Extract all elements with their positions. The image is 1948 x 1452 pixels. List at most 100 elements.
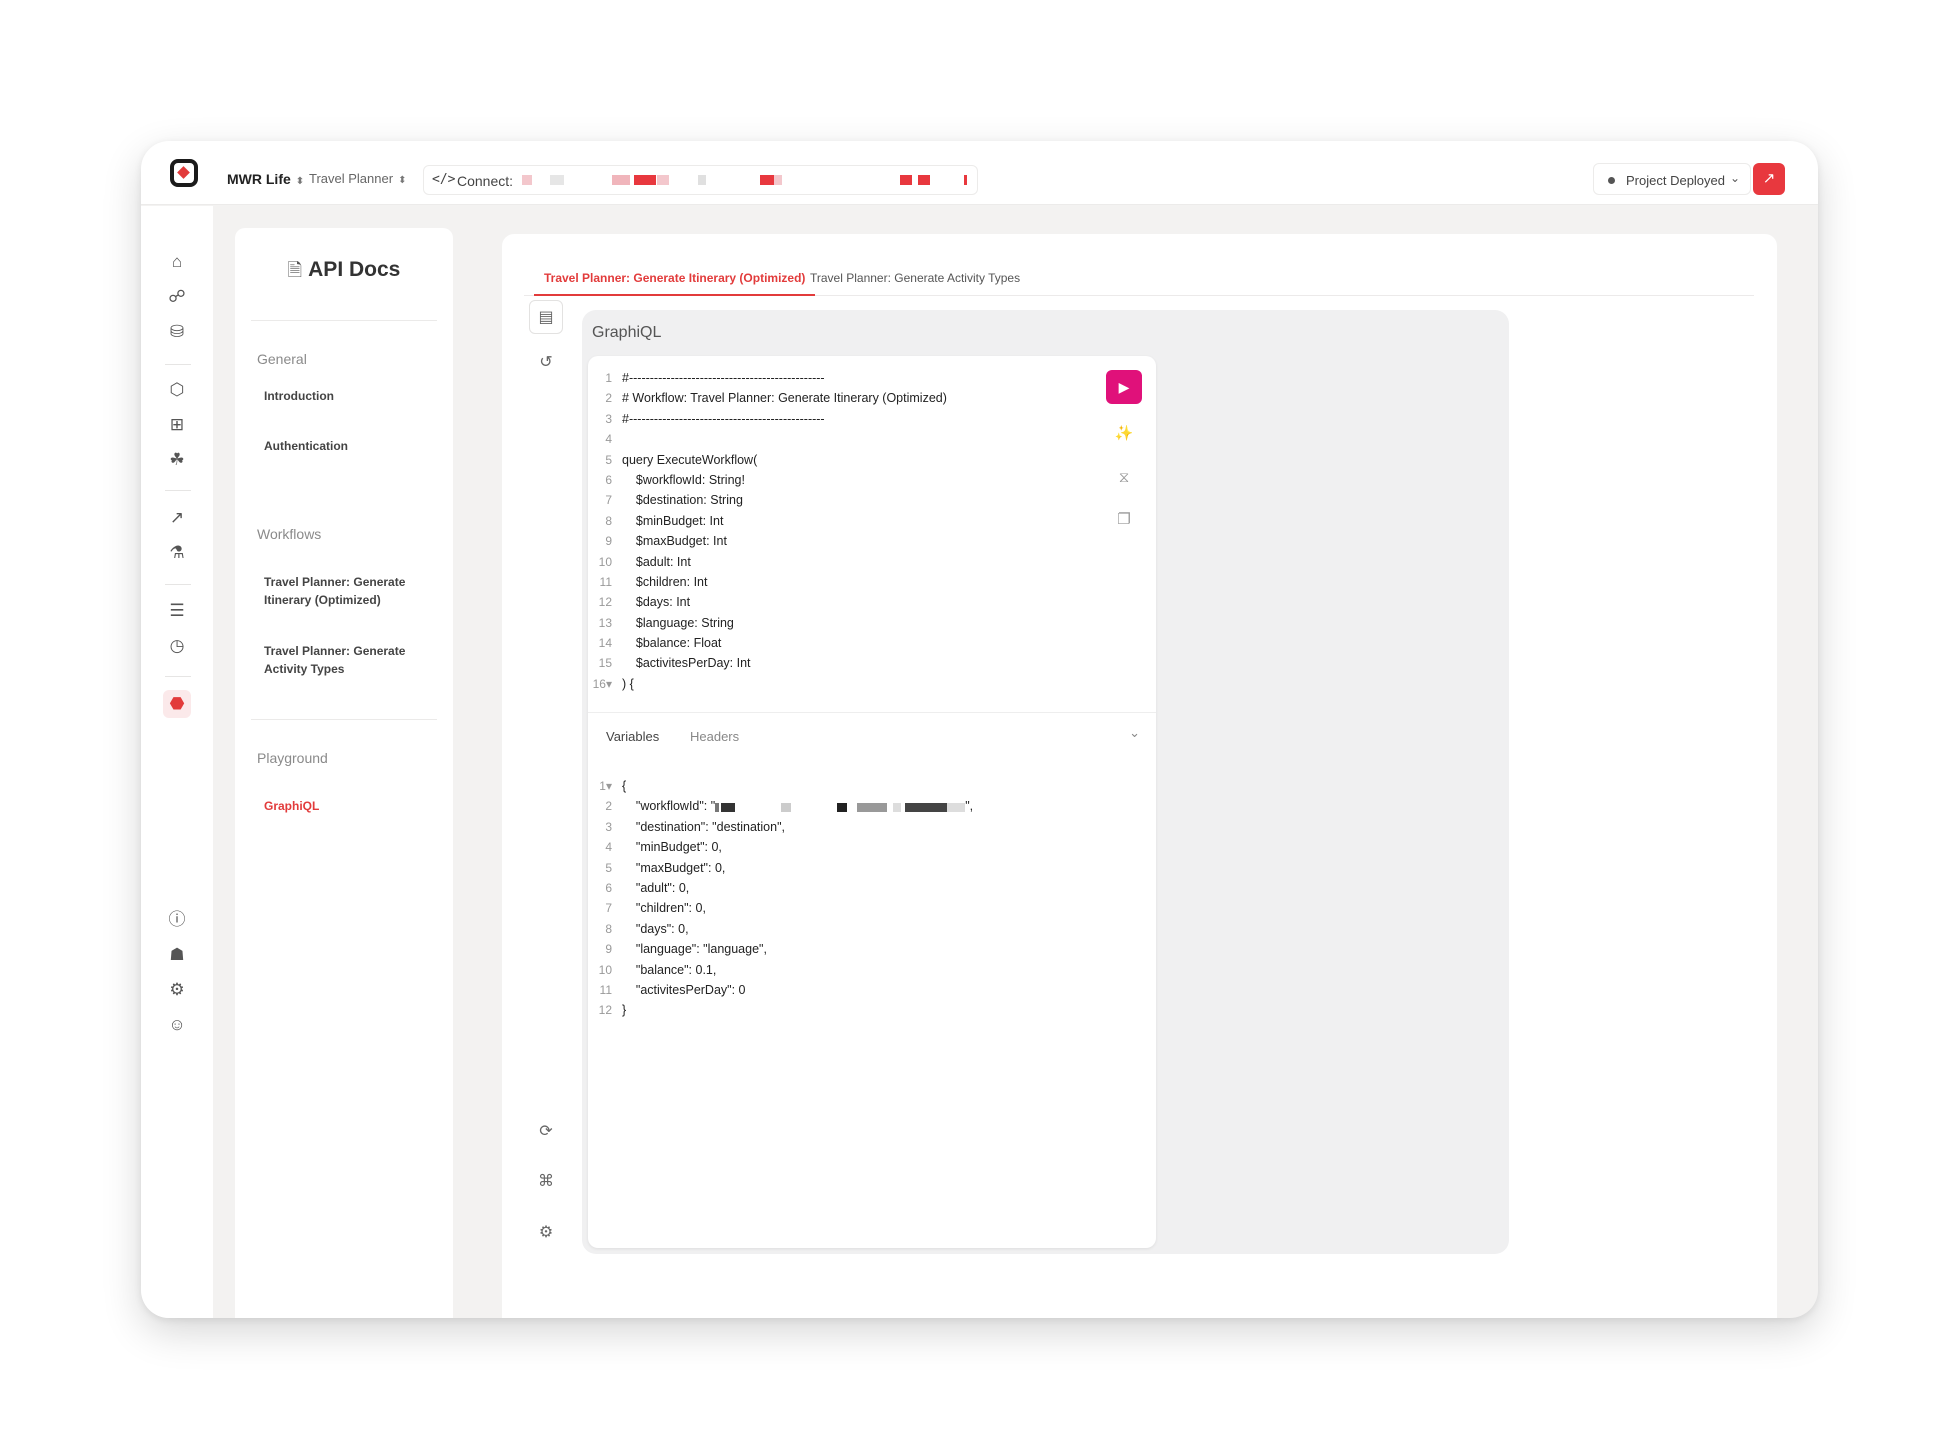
tab-variables[interactable]: Variables bbox=[606, 729, 659, 744]
clock-icon[interactable]: ◷ bbox=[163, 632, 191, 660]
code-line: 1▾{ bbox=[599, 779, 627, 793]
code-line: 10 $adult: Int bbox=[598, 554, 691, 569]
nodes-icon[interactable]: ☍ bbox=[163, 283, 191, 311]
tab-generate-activity-types[interactable]: Travel Planner: Generate Activity Types bbox=[810, 271, 1020, 296]
document-icon: 🗎 bbox=[287, 260, 303, 280]
rocket-icon: ↗ bbox=[1762, 170, 1776, 187]
docs-link-generate-activity-types[interactable]: Travel Planner: Generate Activity Types bbox=[264, 642, 434, 678]
workspace-switcher[interactable]: MWR Life ⬍ bbox=[227, 171, 304, 187]
deploy-button[interactable]: ↗ bbox=[1753, 163, 1785, 195]
docs-divider bbox=[251, 320, 437, 321]
settings-icon[interactable]: ⚙ bbox=[163, 976, 191, 1004]
code-line: 3 #--------------------------------------… bbox=[605, 411, 825, 426]
docs-divider bbox=[251, 719, 437, 720]
database-icon[interactable]: ⛁ bbox=[163, 318, 191, 346]
flask-icon[interactable]: ⚗ bbox=[163, 539, 191, 567]
redacted-block bbox=[715, 802, 720, 812]
code-line: 10 "balance": 0.1, bbox=[598, 962, 717, 977]
tab-generate-itinerary[interactable]: Travel Planner: Generate Itinerary (Opti… bbox=[534, 271, 816, 296]
redacted-block bbox=[698, 175, 706, 185]
redacted-block bbox=[657, 175, 669, 185]
docs-section-playground: Playground bbox=[257, 750, 328, 766]
connect-endpoint[interactable]: </> Connect: bbox=[423, 165, 978, 195]
docs-link-authentication[interactable]: Authentication bbox=[264, 437, 434, 455]
refresh-schema-icon[interactable]: ⟳ bbox=[529, 1115, 563, 1149]
prettify-icon[interactable]: ✨ bbox=[1110, 420, 1138, 448]
updown-chevron-icon: ⬍ bbox=[398, 175, 407, 186]
graphiql-title: GraphiQL bbox=[592, 324, 662, 341]
docs-link-generate-itinerary[interactable]: Travel Planner: Generate Itinerary (Opti… bbox=[264, 573, 434, 609]
code-line: 11 "activitesPerDay": 0 bbox=[599, 982, 746, 997]
home-icon[interactable]: ⌂ bbox=[163, 248, 191, 276]
tab-headers[interactable]: Headers bbox=[690, 729, 739, 744]
main-panel: Travel Planner: Generate Itinerary (Opti… bbox=[502, 234, 1777, 1318]
history-icon[interactable]: ↺ bbox=[529, 346, 563, 380]
code-line: 7 $destination: String bbox=[605, 493, 743, 508]
gift-icon[interactable]: ☗ bbox=[163, 941, 191, 969]
graphql-icon[interactable]: ⬣ bbox=[163, 690, 191, 718]
settings-icon[interactable]: ⚙ bbox=[529, 1216, 563, 1250]
redacted-block bbox=[964, 175, 967, 185]
code-line: 2 "workflowId": " ", bbox=[605, 799, 974, 814]
docs-explorer-icon[interactable]: ▤ bbox=[529, 300, 563, 334]
copy-icon[interactable]: ❐ bbox=[1110, 506, 1138, 534]
code-line: 6 "adult": 0, bbox=[605, 880, 690, 895]
project-switcher[interactable]: Travel Planner ⬍ bbox=[309, 171, 406, 186]
rail-divider bbox=[165, 364, 191, 365]
workspace-name: MWR Life bbox=[227, 171, 291, 187]
variables-headers-bar: Variables Headers ⌄ bbox=[588, 712, 1156, 762]
query-editor[interactable]: 1 #--------------------------------------… bbox=[588, 356, 1156, 1248]
code-line: 11 $children: Int bbox=[599, 574, 708, 589]
code-line: 8 $minBudget: Int bbox=[605, 513, 724, 528]
help-icon[interactable]: ⓘ bbox=[163, 906, 191, 934]
chevron-down-icon: ⌄ bbox=[1729, 171, 1740, 185]
graphiql-sidebar-tools: ▤ ↺ ⟳ ⌘ ⚙ bbox=[526, 300, 566, 1300]
cluster-icon[interactable]: ☘ bbox=[163, 446, 191, 474]
code-line: 7 "children": 0, bbox=[605, 901, 706, 916]
code-line: 6 $workflowId: String! bbox=[605, 472, 745, 487]
play-icon: ▶ bbox=[1118, 379, 1130, 395]
redacted-block bbox=[760, 175, 774, 185]
docs-section-general: General bbox=[257, 351, 307, 367]
merge-fragments-icon[interactable]: ⧖ bbox=[1110, 464, 1138, 492]
code-line: 8 "days": 0, bbox=[605, 921, 689, 936]
redacted-block bbox=[550, 175, 564, 185]
docs-link-introduction[interactable]: Introduction bbox=[264, 387, 434, 405]
redacted-block bbox=[905, 802, 948, 812]
blocks-icon[interactable]: ⊞ bbox=[163, 411, 191, 439]
redacted-block bbox=[947, 802, 966, 812]
query-code[interactable]: 1 #--------------------------------------… bbox=[588, 368, 1088, 694]
rail-divider bbox=[165, 676, 191, 677]
shortcuts-icon[interactable]: ⌘ bbox=[529, 1165, 563, 1199]
code-line: 1 #--------------------------------------… bbox=[605, 371, 825, 385]
code-line: 9 $maxBudget: Int bbox=[605, 534, 727, 549]
status-dot-icon bbox=[1608, 177, 1615, 184]
code-line: 15 $activitesPerDay: Int bbox=[598, 656, 751, 671]
user-icon[interactable]: ☺ bbox=[163, 1011, 191, 1039]
code-line: 3 "destination": "destination", bbox=[605, 819, 785, 834]
variables-code[interactable]: 1▾{ 2 "workflowId": " ", 3 "destination":… bbox=[588, 776, 1108, 1021]
redacted-block bbox=[612, 175, 630, 185]
deploy-status-dropdown[interactable]: Project Deployed ⌄ bbox=[1593, 163, 1751, 195]
code-icon: </> bbox=[432, 172, 456, 187]
run-query-button[interactable]: ▶ bbox=[1106, 370, 1142, 404]
redacted-block bbox=[893, 802, 902, 812]
redacted-block bbox=[900, 175, 912, 185]
redacted-block bbox=[774, 175, 782, 185]
redacted-block bbox=[837, 802, 848, 812]
code-line: 12 $days: Int bbox=[598, 595, 691, 610]
api-docs-heading: 🗎 API Docs bbox=[235, 258, 453, 288]
code-line: 5 "maxBudget": 0, bbox=[605, 860, 726, 875]
app-logo[interactable] bbox=[170, 159, 198, 187]
cube-icon[interactable]: ⬡ bbox=[163, 376, 191, 404]
rocket-icon[interactable]: ↗ bbox=[163, 504, 191, 532]
code-line: 4 bbox=[605, 432, 612, 447]
code-line: 12} bbox=[598, 1003, 627, 1018]
code-line: 2 # Workflow: Travel Planner: Generate It… bbox=[605, 391, 947, 406]
graphiql-panel: GraphiQL 1 #-----------------------------… bbox=[582, 310, 1509, 1254]
list-icon[interactable]: ☰ bbox=[163, 597, 191, 625]
chevron-down-icon[interactable]: ⌄ bbox=[1129, 725, 1140, 741]
docs-link-graphiql[interactable]: GraphiQL bbox=[264, 797, 434, 815]
code-line: 4 "minBudget": 0, bbox=[605, 840, 722, 855]
workflow-tabs: Travel Planner: Generate Itinerary (Opti… bbox=[524, 262, 1754, 296]
